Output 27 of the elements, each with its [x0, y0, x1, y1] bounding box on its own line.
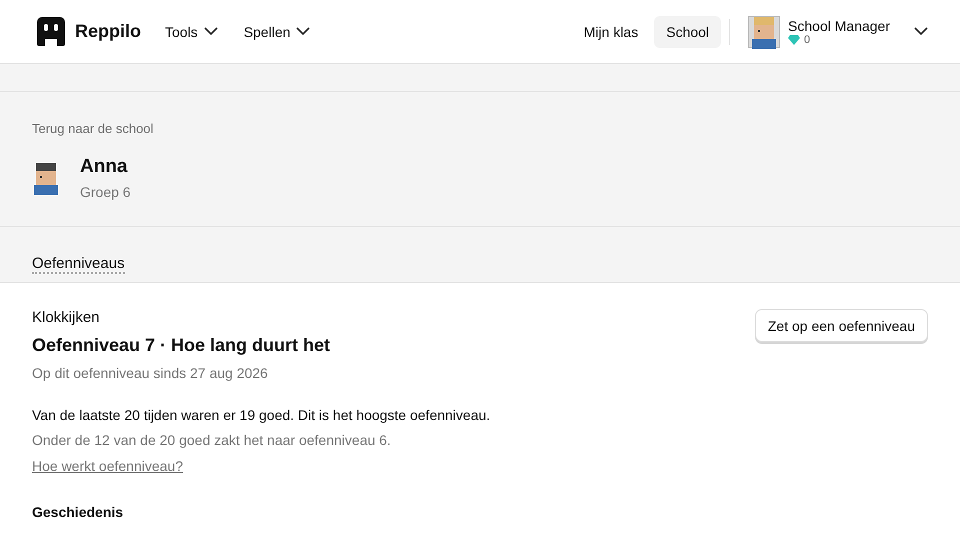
avatar-figure-icon: [750, 14, 778, 48]
rule-text: Onder de 12 van de 20 goed zakt het naar oefenniveau 6.: [32, 432, 392, 448]
summary-text: Van de laatste 20 tijden waren er 19 goed. Dit is het hoogste oefenniveau.: [32, 407, 490, 423]
chevron-down-icon: [296, 27, 310, 36]
skill-title: Oefenniveau 7 · Hoe lang duurt het: [32, 335, 332, 356]
history-heading: Geschiedenis: [32, 504, 124, 520]
gem-icon: [788, 34, 800, 44]
chevron-down-icon: [204, 27, 218, 36]
student-group: Groep 6: [80, 184, 131, 200]
menu-dropdown[interactable]: Tools: [161, 18, 222, 46]
logo-icon[interactable]: [37, 16, 65, 46]
back-link[interactable]: Terug naar de school: [32, 121, 154, 136]
nav-link[interactable]: School: [654, 16, 722, 48]
menu-dropdown[interactable]: Spellen: [240, 18, 314, 46]
user-name: School Manager: [788, 18, 890, 34]
set-level-button[interactable]: Zet op een oefenniveau: [754, 309, 928, 342]
since-date: Op dit oefenniveau sinds 27 aug 2026: [32, 365, 269, 381]
student-avatar-icon: [32, 161, 60, 195]
user-avatar[interactable]: [748, 16, 780, 48]
tab[interactable]: Oefenniveaus: [32, 255, 125, 274]
chevron-down-icon: [914, 26, 928, 36]
skill-category: Klokkijken: [32, 309, 101, 326]
brand-name[interactable]: Reppilo: [75, 21, 141, 42]
student-name: Anna: [80, 156, 128, 178]
nav-link[interactable]: Mijn klas: [572, 16, 650, 48]
help-link[interactable]: Hoe werkt oefenniveau?: [32, 458, 183, 474]
gem-count: 0: [804, 34, 810, 46]
